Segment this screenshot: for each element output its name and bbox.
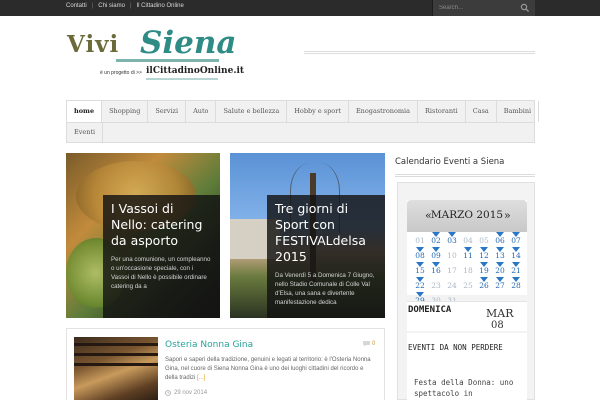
- calendar-widget: « MARZO 2015 » 01 02 03 04 05 06 07 08 09 10 11 12 1…: [397, 182, 535, 400]
- post-excerpt: Sapori e saperi della tradizione, genuin…: [165, 356, 377, 383]
- event-list-item[interactable]: Festa della Donna: uno spettacolo in: [414, 377, 522, 399]
- logo-tagline: è un progetto di >>: [100, 70, 142, 76]
- calendar-day[interactable]: 03: [444, 232, 460, 248]
- calendar-day[interactable]: 06: [492, 232, 508, 248]
- calendar-day[interactable]: 08: [412, 247, 428, 263]
- nav-item-home[interactable]: home: [67, 101, 103, 122]
- calendar-day: 10: [447, 251, 457, 260]
- nav-item-salute[interactable]: Salute e bellezza: [216, 101, 288, 122]
- post-excerpt-text: Sapori e saperi della tradizione, genuin…: [165, 357, 371, 381]
- calendar-day: 17: [447, 266, 457, 275]
- nav-item-ristoranti[interactable]: Ristoranti: [418, 101, 466, 122]
- calendar-day: 04: [463, 236, 473, 245]
- calendar-day[interactable]: 12: [476, 247, 492, 263]
- top-nav-separator: |: [91, 3, 94, 9]
- nav-divider: [67, 122, 534, 123]
- event-calendar: « MARZO 2015 » 01 02 03 04 05 06 07 08 09 10 11 12 1…: [407, 200, 527, 305]
- calendar-day[interactable]: 19: [476, 262, 492, 278]
- calendar-day: 05: [479, 236, 489, 245]
- sidebar-title: Calendario Eventi a Siena: [395, 157, 505, 167]
- calendar-day[interactable]: 14: [508, 247, 524, 263]
- top-link-chi-siamo[interactable]: Chi siamo: [98, 3, 125, 9]
- nav-item-bambini[interactable]: Bambini: [497, 101, 540, 122]
- post-thumbnail[interactable]: [74, 337, 158, 400]
- calendar-day: 18: [463, 266, 473, 275]
- calendar-grid: 01 02 03 04 05 06 07 08 09 10 11 12 13 14 15 16 17 18 19 20…: [412, 232, 524, 308]
- nav-row: home Shopping Servizi Auto Salute e bell…: [67, 101, 540, 122]
- top-link-cittadino[interactable]: Il Cittadino Online: [137, 3, 184, 9]
- calendar-day[interactable]: 11: [460, 247, 476, 263]
- featured-text: Per una comunione, un compleanno o un'oc…: [111, 256, 211, 290]
- search-icon[interactable]: [520, 3, 530, 13]
- calendar-day: 23: [431, 281, 441, 290]
- featured-caption: I Vassoi di Nello: catering da asporto P…: [103, 195, 220, 318]
- calendar-day[interactable]: 15: [412, 262, 428, 278]
- calendar-header: « MARZO 2015 »: [407, 200, 527, 232]
- search-box: [432, 0, 535, 16]
- search-input[interactable]: [439, 3, 517, 13]
- clock-icon: [165, 390, 171, 396]
- nav-item-casa[interactable]: Casa: [466, 101, 497, 122]
- top-nav-separator: |: [129, 3, 132, 9]
- calendar-day[interactable]: 22: [412, 277, 428, 293]
- featured-title[interactable]: I Vassoi di Nello: catering da asporto: [111, 201, 212, 249]
- featured-caption: Tre giorni di Sport con FESTIVALdelsa 20…: [267, 195, 385, 318]
- thumbnail-detail: [74, 353, 158, 356]
- nav-item-eventi[interactable]: Eventi: [67, 122, 104, 143]
- logo-brand-underline: [146, 78, 218, 80]
- nav-item-shopping[interactable]: Shopping: [102, 101, 149, 122]
- logo-underline: [116, 59, 219, 62]
- post-date: 29 nov 2014: [165, 390, 207, 396]
- calendar-day[interactable]: 09: [428, 247, 444, 263]
- featured-card[interactable]: Tre giorni di Sport con FESTIVALdelsa 20…: [230, 153, 385, 318]
- top-bar: Contatti | Chi siamo | Il Cittadino Onli…: [0, 0, 600, 16]
- logo-brand: ilCittadinoOnline.it: [146, 66, 245, 76]
- nav-item-enogastronomia[interactable]: Enogastronomia: [349, 101, 419, 122]
- calendar-day[interactable]: 26: [476, 277, 492, 293]
- calendar-day: 24: [447, 281, 457, 290]
- calendar-day: 25: [463, 281, 473, 290]
- event-month: MAR: [486, 307, 514, 320]
- calendar-day[interactable]: 07: [508, 232, 524, 248]
- top-nav: Contatti | Chi siamo | Il Cittadino Onli…: [66, 3, 184, 9]
- nav-item-hobby[interactable]: Hobby e sport: [287, 101, 349, 122]
- sidebar-divider: [395, 174, 535, 177]
- nav-item-servizi[interactable]: Servizi: [148, 101, 187, 122]
- thumbnail-detail: [74, 343, 158, 346]
- calendar-day[interactable]: 02: [428, 232, 444, 248]
- comment-count-value: 0: [372, 341, 376, 347]
- featured-card[interactable]: I Vassoi di Nello: catering da asporto P…: [66, 153, 220, 318]
- event-weekday: DOMENICA: [408, 305, 452, 315]
- post-item: Osteria Nonna Gina 0 Sapori e saperi del…: [66, 328, 385, 400]
- calendar-next-button[interactable]: »: [504, 209, 511, 222]
- comment-count[interactable]: 0: [363, 341, 375, 347]
- featured-title[interactable]: Tre giorni di Sport con FESTIVALdelsa 20…: [275, 201, 377, 265]
- read-more-link[interactable]: [...]: [197, 375, 205, 381]
- nav-item-auto[interactable]: Auto: [186, 101, 217, 122]
- calendar-day[interactable]: 16: [428, 262, 444, 278]
- comment-icon: [363, 341, 370, 347]
- calendar-day[interactable]: 13: [492, 247, 508, 263]
- logo-siena-text: Siena: [140, 25, 237, 61]
- post-title[interactable]: Osteria Nonna Gina: [165, 340, 253, 350]
- calendar-day[interactable]: 27: [492, 277, 508, 293]
- calendar-day[interactable]: 28: [508, 277, 524, 293]
- thumbnail-detail: [74, 363, 158, 366]
- calendar-day[interactable]: 20: [492, 262, 508, 278]
- site-logo[interactable]: Vivi Siena è un progetto di >> ilCittadi…: [66, 25, 244, 86]
- event-day-number: 08: [491, 320, 504, 331]
- header-divider: [304, 51, 535, 54]
- top-link-contatti[interactable]: Contatti: [66, 3, 87, 9]
- logo-vivi-text: Vivi: [67, 31, 120, 58]
- main-nav: home Shopping Servizi Auto Salute e bell…: [66, 100, 540, 143]
- calendar-day: 01: [415, 236, 425, 245]
- event-list-title: EVENTI DA NON PERDERE: [408, 343, 503, 352]
- post-date-text: 29 nov 2014: [174, 390, 208, 396]
- nav-row: Eventi: [67, 122, 104, 143]
- featured-text: Da Venerdì 5 a Domenica 7 Giugno, nello …: [275, 272, 375, 306]
- calendar-day[interactable]: 21: [508, 262, 524, 278]
